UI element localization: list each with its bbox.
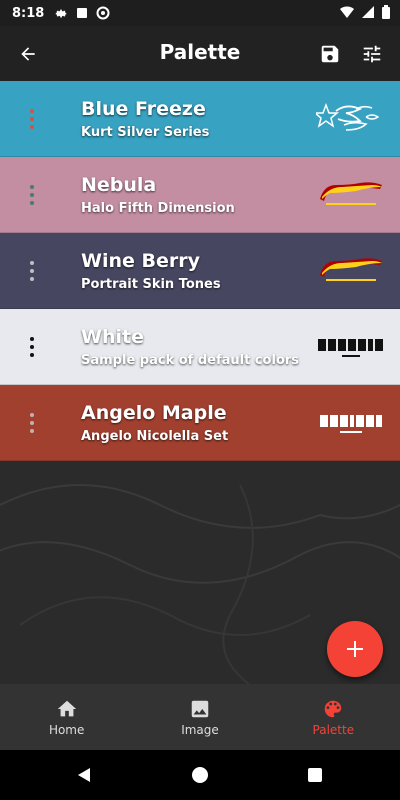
drag-handle-icon[interactable]: [24, 179, 40, 211]
palette-name: Nebula: [81, 174, 157, 196]
drag-handle-icon[interactable]: [24, 103, 40, 135]
settings-button[interactable]: [358, 40, 386, 68]
palette-row[interactable]: White Sample pack of default colors: [0, 309, 400, 385]
palette-subtitle: Halo Fifth Dimension: [81, 201, 235, 216]
tune-icon: [363, 45, 381, 63]
app-bar: Palette: [0, 26, 400, 81]
palette-subtitle: Kurt Silver Series: [81, 125, 210, 140]
gear-icon: [56, 9, 67, 18]
nav-image-label: Image: [181, 722, 219, 737]
brand-logo: [318, 339, 383, 357]
bottom-navigation: Home Image Palette: [0, 684, 400, 750]
palette-subtitle: Angelo Nicolella Set: [81, 429, 229, 444]
palette-subtitle: Sample pack of default colors: [81, 353, 300, 368]
palette-name: Angelo Maple: [81, 402, 227, 424]
brand-logo: [320, 258, 382, 281]
drag-handle-icon[interactable]: [24, 331, 40, 363]
palette-icon: [325, 700, 342, 717]
system-home-icon[interactable]: [192, 767, 208, 783]
palette-name: White: [81, 326, 144, 348]
add-palette-button[interactable]: [327, 621, 383, 677]
notification-icon: [77, 8, 88, 18]
system-back-icon[interactable]: [76, 767, 92, 783]
save-icon: [321, 45, 339, 63]
palette-row[interactable]: Nebula Halo Fifth Dimension: [0, 157, 400, 233]
nav-home[interactable]: Home: [0, 684, 133, 750]
nav-home-label: Home: [48, 722, 85, 737]
at-sign-icon: [96, 6, 110, 20]
brand-logo: [316, 102, 380, 131]
palette-name: Blue Freeze: [81, 98, 206, 120]
brand-logo: [320, 182, 382, 205]
nav-palette[interactable]: Palette: [267, 684, 400, 750]
system-navigation-bar: [0, 750, 400, 800]
drag-handle-icon[interactable]: [24, 255, 40, 287]
nav-image[interactable]: Image: [133, 684, 266, 750]
save-button[interactable]: [316, 40, 344, 68]
signal-icon: [362, 6, 374, 18]
home-icon: [57, 700, 76, 716]
wifi-icon: [340, 6, 354, 18]
palette-row[interactable]: Wine Berry Portrait Skin Tones: [0, 233, 400, 309]
nav-palette-label: Palette: [312, 722, 355, 737]
palette-subtitle: Portrait Skin Tones: [81, 277, 221, 292]
battery-icon: [382, 5, 390, 19]
drag-handle-icon[interactable]: [24, 407, 40, 439]
back-button[interactable]: [14, 40, 42, 68]
arrow-back-icon: [21, 47, 35, 61]
image-icon: [191, 700, 209, 717]
status-bar: 8:18: [0, 0, 400, 26]
plus-icon: [347, 641, 363, 657]
palette-name: Wine Berry: [81, 250, 200, 272]
palette-row[interactable]: Blue Freeze Kurt Silver Series: [0, 81, 400, 157]
brand-logo: [320, 415, 382, 433]
system-recents-icon[interactable]: [308, 768, 322, 782]
palette-list: Blue Freeze Kurt Silver Series Nebula Ha…: [0, 81, 400, 461]
status-time: 8:18: [12, 5, 45, 21]
palette-row[interactable]: Angelo Maple Angelo Nicolella Set: [0, 385, 400, 461]
